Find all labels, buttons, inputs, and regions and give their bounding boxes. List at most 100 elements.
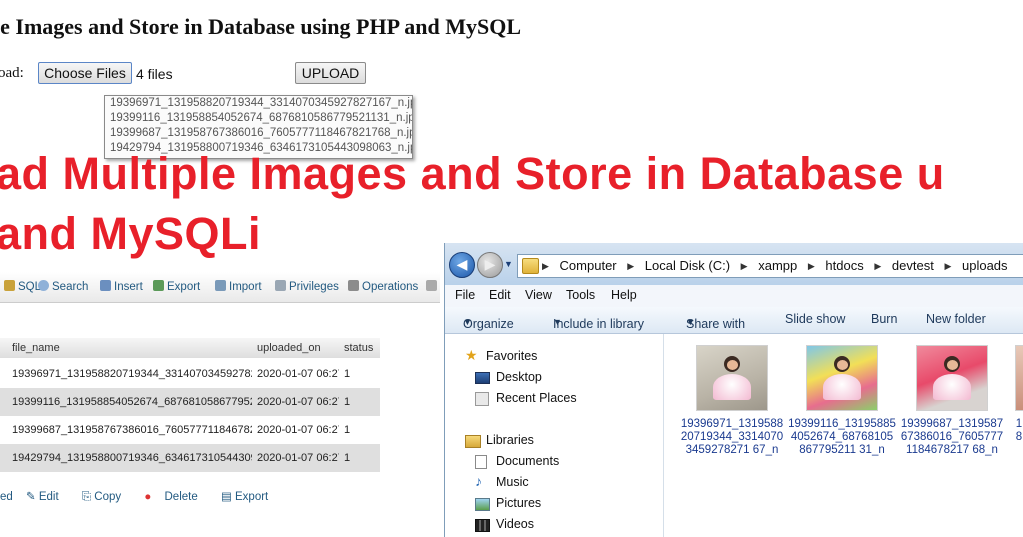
menu-edit[interactable]: Edit [489,288,511,302]
insert-icon [100,280,111,291]
breadcrumb-uploads[interactable]: uploads [962,258,1008,273]
column-header-file-name[interactable]: file_name [12,342,252,354]
nav-music[interactable]: ♪ Music [475,473,529,489]
menu-bar: File Edit View Tools Help [445,285,1023,308]
nav-recent-places[interactable]: Recent Places [475,391,577,406]
file-thumbnail[interactable] [1016,346,1023,410]
cell-uploaded-on: 2020-01-07 06:27:36 [257,396,339,408]
breadcrumb-xampp[interactable]: xampp [758,258,797,273]
export-icon [153,280,164,291]
burn-button[interactable]: Burn [871,312,897,326]
chevron-right-icon[interactable]: ▶ [874,261,881,271]
chevron-right-icon[interactable]: ▶ [542,261,549,271]
menu-view[interactable]: View [525,288,552,302]
tab-operations[interactable]: Operations [348,280,418,293]
file-thumbnail[interactable] [917,346,987,410]
banner-line-1: ad Multiple Images and Store in Database… [0,148,945,199]
cell-file-name: 19399687_131958767386016_760577711846782… [12,424,252,436]
breadcrumb-local-disk[interactable]: Local Disk (C:) [645,258,730,273]
pictures-icon [475,498,490,511]
chevron-right-icon[interactable]: ▶ [627,261,634,271]
column-header-uploaded-on[interactable]: uploaded_on [257,342,339,354]
tooltip-file: 19399687_131958767386016_760577711846782… [110,127,412,139]
bulk-actions: ed ✎ Edit ⎘ Copy ● Delete ▤ Export [0,489,288,504]
nav-documents[interactable]: Documents [475,454,559,469]
file-thumbnail[interactable] [697,346,767,410]
cell-uploaded-on: 2020-01-07 06:27:36 [257,452,339,464]
cell-file-name: 19396971_131958820719344_331407034592782… [12,368,252,380]
back-button[interactable]: ◀ [449,252,475,278]
forward-button[interactable]: ▶ [477,252,503,278]
breadcrumb-htdocs[interactable]: htdocs [825,258,863,273]
cell-file-name: 19399116_131958854052674_687681058677952… [12,396,252,408]
chevron-right-icon[interactable]: ▶ [944,261,951,271]
chevron-right-icon[interactable]: ▶ [741,261,748,271]
cell-status: 1 [344,368,351,380]
menu-tools[interactable]: Tools [566,288,595,302]
cell-file-name: 19429794_131958800719346_634617310544309… [12,452,252,464]
tab-privileges[interactable]: Privileges [275,280,339,293]
table-row[interactable]: 19429794_131958800719346_634617310544309… [0,444,380,472]
breadcrumb-computer[interactable]: Computer [560,258,617,273]
upload-label: oad: [0,65,24,81]
file-thumbnail[interactable] [807,346,877,410]
caret-down-icon: ▼ [553,317,562,327]
chevron-right-icon[interactable]: ▶ [808,261,815,271]
tab-search[interactable]: Search [38,280,88,293]
banner-line-2: and MySQLi [0,208,262,259]
edit-button[interactable]: ✎ Edit [26,491,69,503]
delete-icon: ● [144,491,152,503]
copy-button[interactable]: ⎘ Copy [82,491,131,503]
explorer-address-bar-area: ◀ ▶ ▼ ▶ Computer ▶ Local Disk (C:) ▶ xam… [445,243,1023,285]
checked-label: ed [0,491,13,503]
recent-pages-dropdown[interactable]: ▼ [504,259,513,269]
folder-icon [522,258,539,274]
file-name[interactable]: 19399687_131958767386016_760577711846782… [898,418,1006,457]
nav-videos[interactable]: Videos [475,517,534,532]
delete-button[interactable]: ● Delete [144,491,207,503]
upload-button[interactable]: UPLOAD [295,62,366,84]
privileges-icon [275,280,286,291]
page-title: le Images and Store in Database using PH… [0,14,522,39]
address-bar[interactable]: ▶ Computer ▶ Local Disk (C:) ▶ xampp ▶ h… [517,254,1023,278]
table-row[interactable]: 19399116_131958854052674_68768105867795 2… [0,388,380,416]
phpmyadmin-tabs: SQL Search Insert Export Import Privileg… [0,272,440,303]
file-name[interactable]: 19396971_131958820719344_331407034592782… [678,418,786,457]
nav-desktop[interactable]: Desktop [475,370,542,384]
tab-import[interactable]: Import [215,280,262,293]
tooltip-file: 19399116_131958854052674_687681058677952… [110,112,412,124]
table-row[interactable]: 19396971_131958820719344_33140703459278 2… [0,360,380,388]
new-folder-button[interactable]: New folder [926,312,986,326]
tab-export[interactable]: Export [153,280,200,293]
search-icon [38,280,49,291]
menu-help[interactable]: Help [611,288,637,302]
file-name[interactable]: 19399116_131958854052674_687681058677952… [788,418,896,457]
videos-icon [475,519,490,532]
wrench-icon [348,280,359,291]
import-icon [215,280,226,291]
tab-insert[interactable]: Insert [100,280,143,293]
cell-uploaded-on: 2020-01-07 06:27:36 [257,368,339,380]
nav-pictures[interactable]: Pictures [475,496,541,511]
sql-icon [4,280,15,291]
caret-down-icon: ▼ [463,317,472,327]
tooltip-file: 19396971_131958820719344_331407034592782… [110,97,412,109]
nav-favorites[interactable]: ★ Favorites [465,347,537,363]
star-icon: ★ [465,347,478,363]
tracking-icon [426,280,437,291]
slide-show-button[interactable]: Slide show [785,312,845,326]
breadcrumb-devtest[interactable]: devtest [892,258,934,273]
table-row[interactable]: 19399687_131958767386016_76057771184678 2… [0,416,380,444]
nav-libraries[interactable]: Libraries [465,433,534,448]
choose-files-button[interactable]: Choose Files [38,62,132,84]
cell-status: 1 [344,452,351,464]
files-count: 4 files [136,66,173,82]
menu-file[interactable]: File [455,288,475,302]
file-name[interactable]: 1 8 [1014,418,1023,444]
tab-truncated[interactable]: T [426,280,440,293]
cell-uploaded-on: 2020-01-07 06:27:36 [257,424,339,436]
export-button[interactable]: ▤ Export [221,491,278,503]
caret-down-icon: ▼ [686,317,695,327]
column-header-status[interactable]: status [344,342,374,354]
tab-sql[interactable]: SQL [4,280,41,293]
